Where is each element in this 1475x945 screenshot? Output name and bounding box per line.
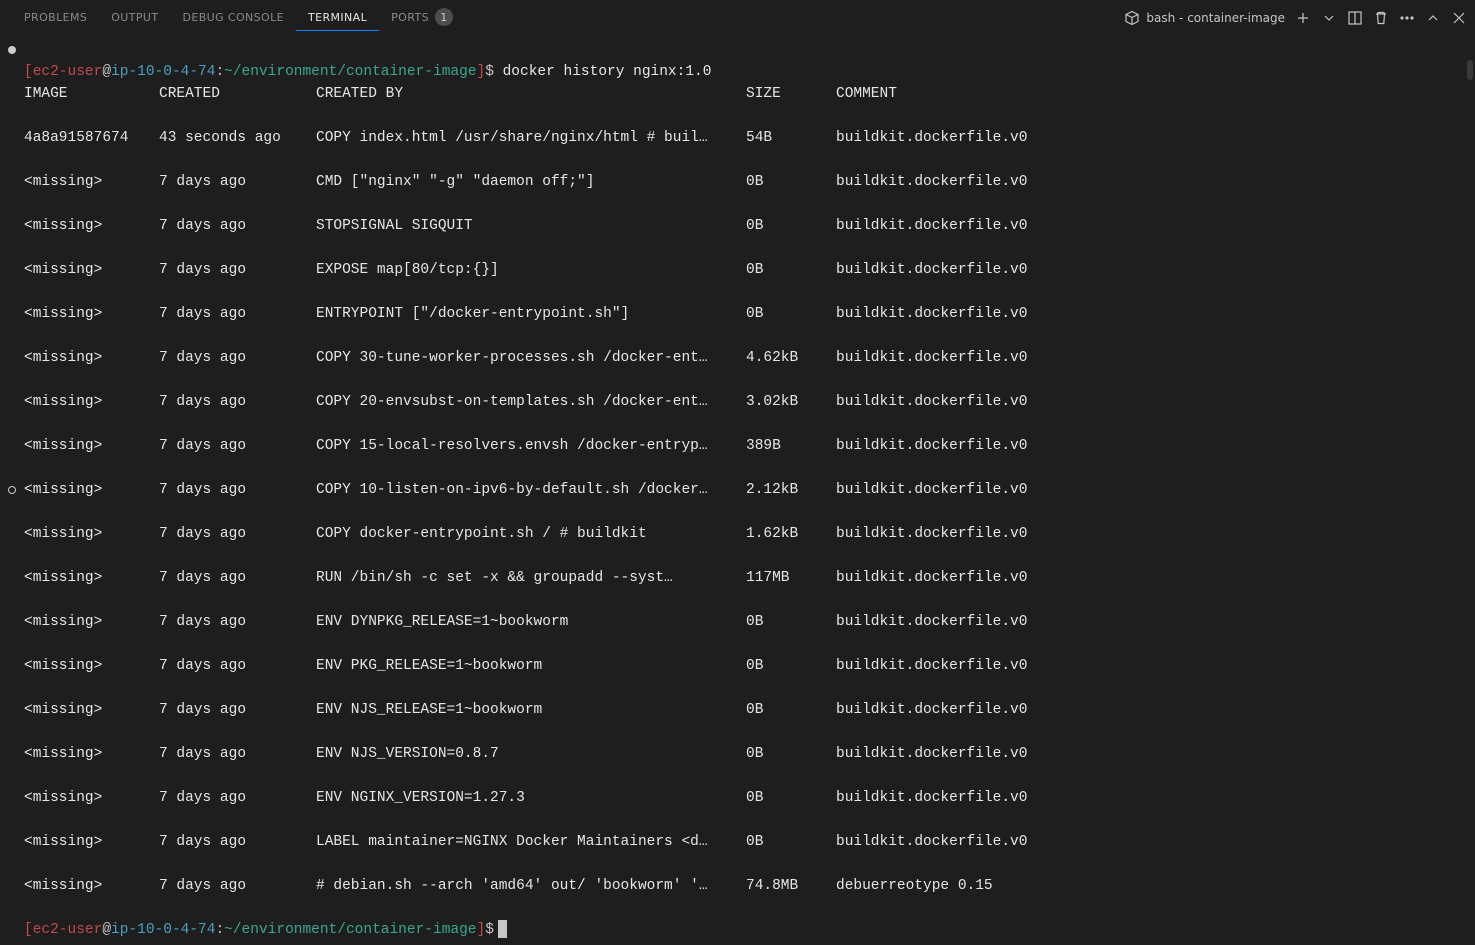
command-text: docker history nginx:1.0 bbox=[494, 64, 712, 80]
tab-ports[interactable]: PORTS 1 bbox=[379, 2, 465, 33]
table-row: <missing>7 days ago# debian.sh --arch 'a… bbox=[24, 875, 1463, 897]
trash-icon[interactable] bbox=[1373, 10, 1389, 26]
table-row: <missing>7 days agoENV NJS_RELEASE=1~boo… bbox=[24, 699, 1463, 721]
command-marker-icon bbox=[8, 486, 16, 494]
table-row: <missing>7 days agoRUN /bin/sh -c set -x… bbox=[24, 567, 1463, 589]
command-marker-icon bbox=[8, 46, 16, 54]
close-icon[interactable] bbox=[1451, 10, 1467, 26]
new-terminal-icon[interactable] bbox=[1295, 10, 1311, 26]
tab-debug-console[interactable]: DEBUG CONSOLE bbox=[170, 5, 296, 31]
terminal-shell-label: bash - container-image bbox=[1146, 11, 1285, 25]
table-row: <missing>7 days agoCOPY 15-local-resolve… bbox=[24, 435, 1463, 457]
panel-tabs: PROBLEMS OUTPUT DEBUG CONSOLE TERMINAL P… bbox=[12, 2, 465, 33]
table-row: <missing>7 days agoENV PKG_RELEASE=1~boo… bbox=[24, 655, 1463, 677]
tab-output[interactable]: OUTPUT bbox=[99, 5, 170, 31]
chevron-up-icon[interactable] bbox=[1425, 10, 1441, 26]
table-row: <missing>7 days agoSTOPSIGNAL SIGQUIT0Bb… bbox=[24, 215, 1463, 237]
cube-icon bbox=[1124, 10, 1140, 26]
table-row: <missing>7 days agoENTRYPOINT ["/docker-… bbox=[24, 303, 1463, 325]
table-row: <missing>7 days agoENV DYNPKG_RELEASE=1~… bbox=[24, 611, 1463, 633]
table-row: <missing>7 days agoEXPOSE map[80/tcp:{}]… bbox=[24, 259, 1463, 281]
split-terminal-icon[interactable] bbox=[1347, 10, 1363, 26]
table-row: <missing>7 days agoLABEL maintainer=NGIN… bbox=[24, 831, 1463, 853]
table-row: <missing>7 days agoCOPY 30-tune-worker-p… bbox=[24, 347, 1463, 369]
tab-problems[interactable]: PROBLEMS bbox=[12, 5, 99, 31]
table-row: <missing>7 days agoCOPY docker-entrypoin… bbox=[24, 523, 1463, 545]
scrollbar[interactable] bbox=[1467, 60, 1473, 80]
terminal-cursor bbox=[498, 920, 507, 938]
tab-ports-label: PORTS bbox=[391, 11, 429, 24]
terminal-output[interactable]: [ec2-user@ip-10-0-4-74:~/environment/con… bbox=[0, 35, 1475, 945]
tab-terminal[interactable]: TERMINAL bbox=[296, 5, 379, 31]
chevron-down-icon[interactable] bbox=[1321, 10, 1337, 26]
table-row: <missing>7 days agoCOPY 10-listen-on-ipv… bbox=[24, 479, 1463, 501]
prompt-line: [ec2-user@ip-10-0-4-74:~/environment/con… bbox=[24, 922, 494, 938]
table-row: 4a8a9158767443 seconds agoCOPY index.htm… bbox=[24, 127, 1463, 149]
table-header-row: IMAGECREATEDCREATED BYSIZECOMMENT bbox=[24, 83, 1463, 105]
panel-header: PROBLEMS OUTPUT DEBUG CONSOLE TERMINAL P… bbox=[0, 0, 1475, 35]
prompt-line: [ec2-user@ip-10-0-4-74:~/environment/con… bbox=[24, 64, 494, 80]
table-row: <missing>7 days agoENV NGINX_VERSION=1.2… bbox=[24, 787, 1463, 809]
ports-count-badge: 1 bbox=[435, 8, 453, 26]
more-icon[interactable] bbox=[1399, 10, 1415, 26]
table-row: <missing>7 days agoENV NJS_VERSION=0.8.7… bbox=[24, 743, 1463, 765]
terminal-shell-selector[interactable]: bash - container-image bbox=[1124, 10, 1285, 26]
terminal-header-actions: bash - container-image bbox=[1124, 10, 1467, 26]
table-row: <missing>7 days agoCOPY 20-envsubst-on-t… bbox=[24, 391, 1463, 413]
table-row: <missing>7 days agoCMD ["nginx" "-g" "da… bbox=[24, 171, 1463, 193]
